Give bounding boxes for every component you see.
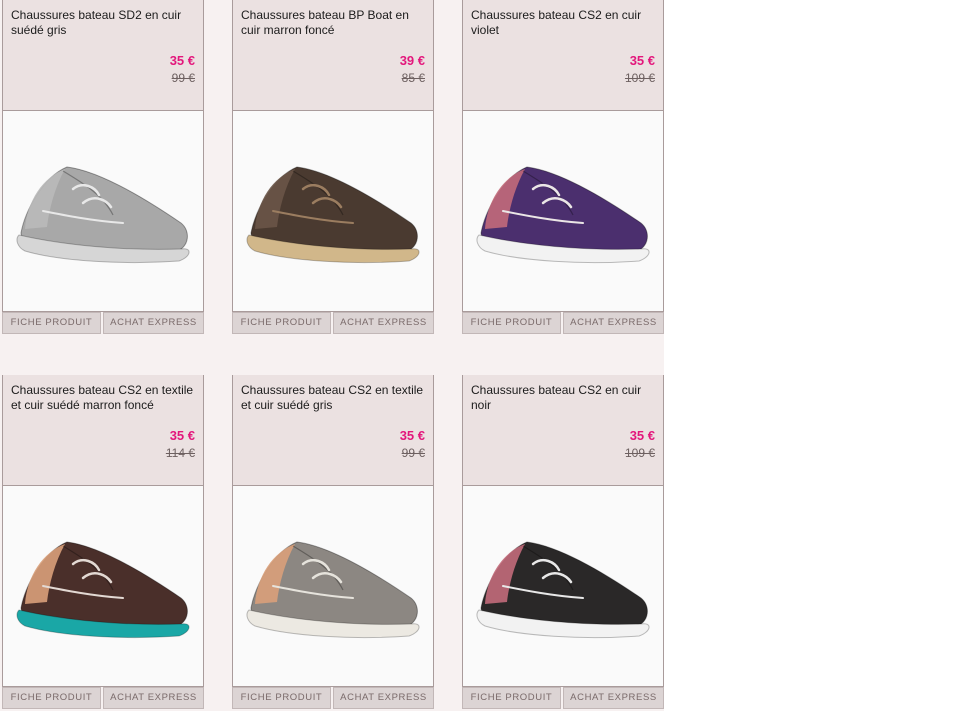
product-old-price: 99 € (401, 446, 425, 460)
product-card: Chaussures bateau CS2 en textile et cuir… (232, 375, 434, 709)
achat-express-button[interactable]: ACHAT EXPRESS (333, 312, 434, 334)
product-image[interactable] (232, 486, 434, 687)
product-price: 35 € (169, 53, 195, 68)
product-image[interactable] (232, 111, 434, 312)
product-grid: Chaussures bateau SD2 en cuir suédé gris… (0, 0, 664, 711)
product-header: Chaussures bateau CS2 en cuir noir 35 € … (462, 375, 664, 486)
product-title[interactable]: Chaussures bateau SD2 en cuir suédé gris (11, 8, 197, 38)
product-card: Chaussures bateau BP Boat en cuir marron… (232, 0, 434, 334)
product-old-price: 109 € (624, 446, 655, 460)
boat-shoe-icon (16, 166, 190, 264)
product-card: Chaussures bateau CS2 en cuir violet 35 … (462, 0, 664, 334)
product-title[interactable]: Chaussures bateau CS2 en cuir violet (471, 8, 657, 38)
product-card: Chaussures bateau CS2 en textile et cuir… (2, 375, 204, 709)
product-old-price: 85 € (401, 71, 425, 85)
product-card: Chaussures bateau SD2 en cuir suédé gris… (2, 0, 204, 334)
product-price: 35 € (629, 428, 655, 443)
product-price: 35 € (169, 428, 195, 443)
product-title[interactable]: Chaussures bateau CS2 en textile et cuir… (11, 383, 197, 413)
product-header: Chaussures bateau BP Boat en cuir marron… (232, 0, 434, 111)
fiche-produit-button[interactable]: FICHE PRODUIT (232, 312, 331, 334)
product-title[interactable]: Chaussures bateau BP Boat en cuir marron… (241, 8, 427, 38)
fiche-produit-button[interactable]: FICHE PRODUIT (232, 687, 331, 709)
product-price: 39 € (399, 53, 425, 68)
fiche-produit-button[interactable]: FICHE PRODUIT (462, 687, 561, 709)
product-header: Chaussures bateau CS2 en textile et cuir… (232, 375, 434, 486)
product-header: Chaussures bateau SD2 en cuir suédé gris… (2, 0, 204, 111)
achat-express-button[interactable]: ACHAT EXPRESS (563, 312, 664, 334)
product-old-price: 99 € (171, 71, 195, 85)
product-card: Chaussures bateau CS2 en cuir noir 35 € … (462, 375, 664, 709)
product-image[interactable] (2, 486, 204, 687)
fiche-produit-button[interactable]: FICHE PRODUIT (462, 312, 561, 334)
product-header: Chaussures bateau CS2 en textile et cuir… (2, 375, 204, 486)
boat-shoe-icon (476, 541, 650, 639)
achat-express-button[interactable]: ACHAT EXPRESS (333, 687, 434, 709)
product-price: 35 € (629, 53, 655, 68)
boat-shoe-icon (246, 166, 420, 264)
achat-express-button[interactable]: ACHAT EXPRESS (103, 312, 204, 334)
boat-shoe-icon (16, 541, 190, 639)
boat-shoe-icon (246, 541, 420, 639)
achat-express-button[interactable]: ACHAT EXPRESS (563, 687, 664, 709)
product-old-price: 114 € (165, 446, 195, 460)
product-price: 35 € (399, 428, 425, 443)
product-header: Chaussures bateau CS2 en cuir violet 35 … (462, 0, 664, 111)
fiche-produit-button[interactable]: FICHE PRODUIT (2, 312, 101, 334)
product-image[interactable] (2, 111, 204, 312)
product-title[interactable]: Chaussures bateau CS2 en cuir noir (471, 383, 657, 413)
product-old-price: 109 € (624, 71, 655, 85)
product-image[interactable] (462, 486, 664, 687)
product-title[interactable]: Chaussures bateau CS2 en textile et cuir… (241, 383, 427, 413)
product-image[interactable] (462, 111, 664, 312)
boat-shoe-icon (476, 166, 650, 264)
achat-express-button[interactable]: ACHAT EXPRESS (103, 687, 204, 709)
fiche-produit-button[interactable]: FICHE PRODUIT (2, 687, 101, 709)
